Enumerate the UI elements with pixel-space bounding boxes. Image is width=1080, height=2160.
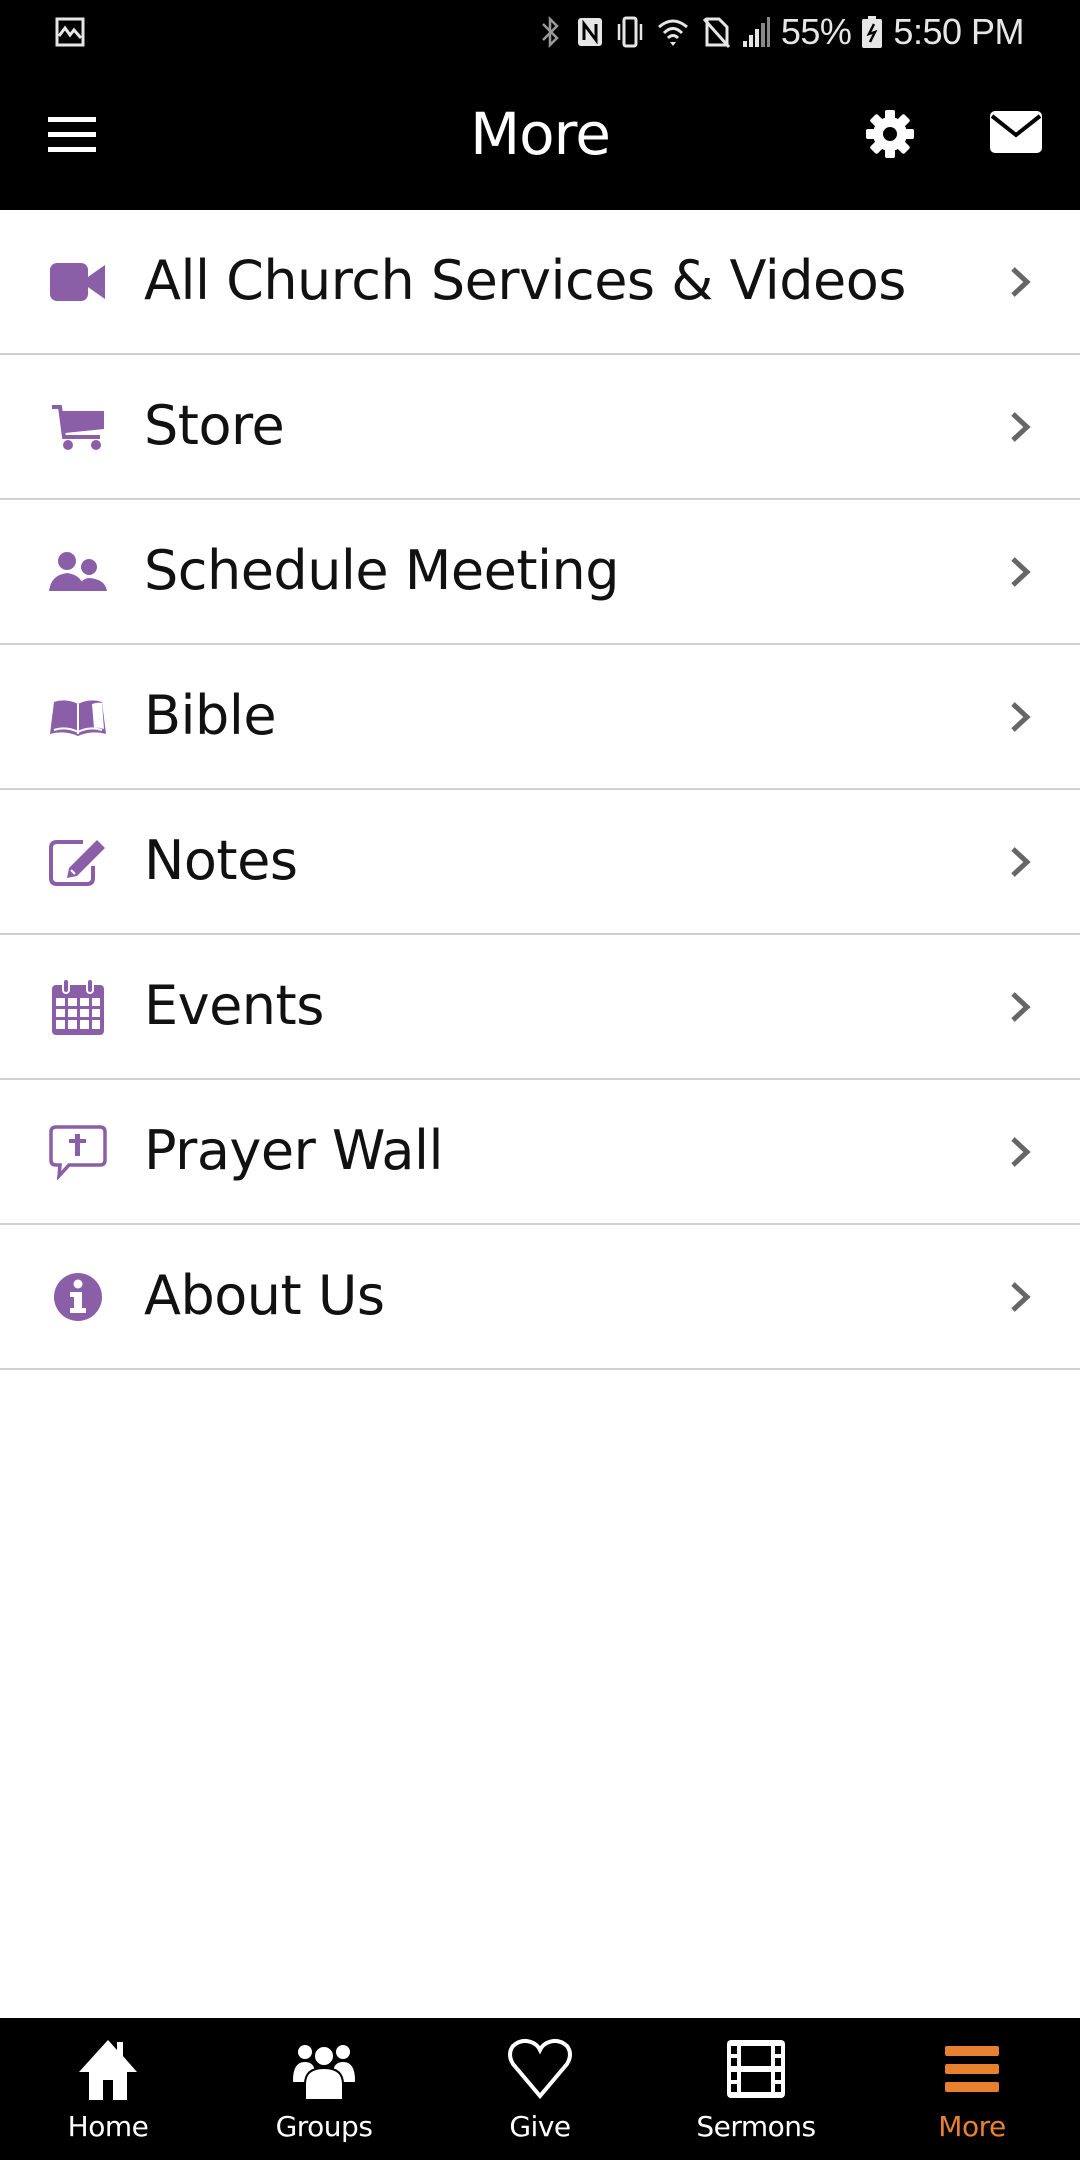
chevron-right-icon (1011, 411, 1031, 442)
menu-item-prayer-wall[interactable]: Prayer Wall (0, 1080, 1080, 1225)
tab-give[interactable]: Give (432, 2018, 648, 2160)
chevron-right-icon (1011, 1136, 1031, 1167)
tab-label: Sermons (696, 2110, 816, 2143)
tab-more[interactable]: More (864, 2018, 1080, 2160)
film-icon (727, 2040, 785, 2098)
more-menu-list: All Church Services & Videos Store Sched… (0, 210, 1080, 1370)
menu-item-schedule-meeting[interactable]: Schedule Meeting (0, 500, 1080, 645)
settings-button[interactable] (864, 108, 916, 160)
open-book-icon (48, 687, 108, 747)
envelope-icon (990, 111, 1042, 153)
edit-note-icon (48, 832, 108, 892)
info-icon (48, 1267, 108, 1327)
prayer-bubble-icon (48, 1122, 108, 1182)
menu-item-label: Events (144, 973, 324, 1037)
chevron-right-icon (1011, 701, 1031, 732)
status-bar: 55% 5:50 PM (0, 0, 1080, 64)
tab-label: Home (67, 2110, 149, 2143)
group-icon (293, 2045, 355, 2100)
no-sim-icon (702, 17, 730, 48)
chevron-right-icon (1011, 556, 1031, 587)
hamburger-icon (945, 2046, 999, 2092)
users-icon (48, 542, 108, 602)
menu-item-label: Notes (144, 828, 298, 892)
menu-item-events[interactable]: Events (0, 935, 1080, 1080)
bottom-tab-bar: Home Groups Give Sermons More (0, 2018, 1080, 2160)
tab-groups[interactable]: Groups (216, 2018, 432, 2160)
menu-item-bible[interactable]: Bible (0, 645, 1080, 790)
heart-icon (508, 2039, 572, 2100)
menu-item-label: About Us (144, 1263, 385, 1327)
messages-button[interactable] (988, 108, 1044, 156)
menu-item-label: Schedule Meeting (144, 538, 620, 602)
battery-charging-icon (862, 16, 883, 48)
app-header: More (0, 64, 1080, 210)
tab-sermons[interactable]: Sermons (648, 2018, 864, 2160)
menu-item-label: Bible (144, 683, 277, 747)
clock: 5:50 PM (893, 11, 1024, 52)
nfc-icon (577, 18, 602, 46)
menu-item-label: All Church Services & Videos (144, 248, 906, 312)
video-camera-icon (48, 252, 108, 312)
chevron-right-icon (1011, 846, 1031, 877)
chevron-right-icon (1011, 1281, 1031, 1312)
wifi-icon (657, 19, 688, 46)
chevron-right-icon (1011, 991, 1031, 1022)
menu-item-notes[interactable]: Notes (0, 790, 1080, 935)
menu-item-label: Prayer Wall (144, 1118, 444, 1182)
battery-percent: 55% (780, 11, 852, 52)
shopping-cart-icon (48, 397, 108, 457)
signal-icon (742, 17, 770, 47)
chevron-right-icon (1011, 266, 1031, 297)
tab-label: Groups (275, 2110, 373, 2143)
tab-label: More (938, 2110, 1006, 2143)
vibrate-icon (617, 16, 643, 48)
menu-item-all-church-services[interactable]: All Church Services & Videos (0, 210, 1080, 355)
menu-item-store[interactable]: Store (0, 355, 1080, 500)
gear-icon (866, 110, 914, 158)
page-title: More (470, 100, 611, 168)
tab-home[interactable]: Home (0, 2018, 216, 2160)
calendar-icon (48, 977, 108, 1037)
image-notification-icon (55, 17, 85, 47)
home-icon (79, 2040, 137, 2100)
menu-item-label: Store (144, 393, 285, 457)
tab-label: Give (509, 2110, 571, 2143)
menu-item-about-us[interactable]: About Us (0, 1225, 1080, 1370)
bluetooth-icon (541, 15, 559, 49)
